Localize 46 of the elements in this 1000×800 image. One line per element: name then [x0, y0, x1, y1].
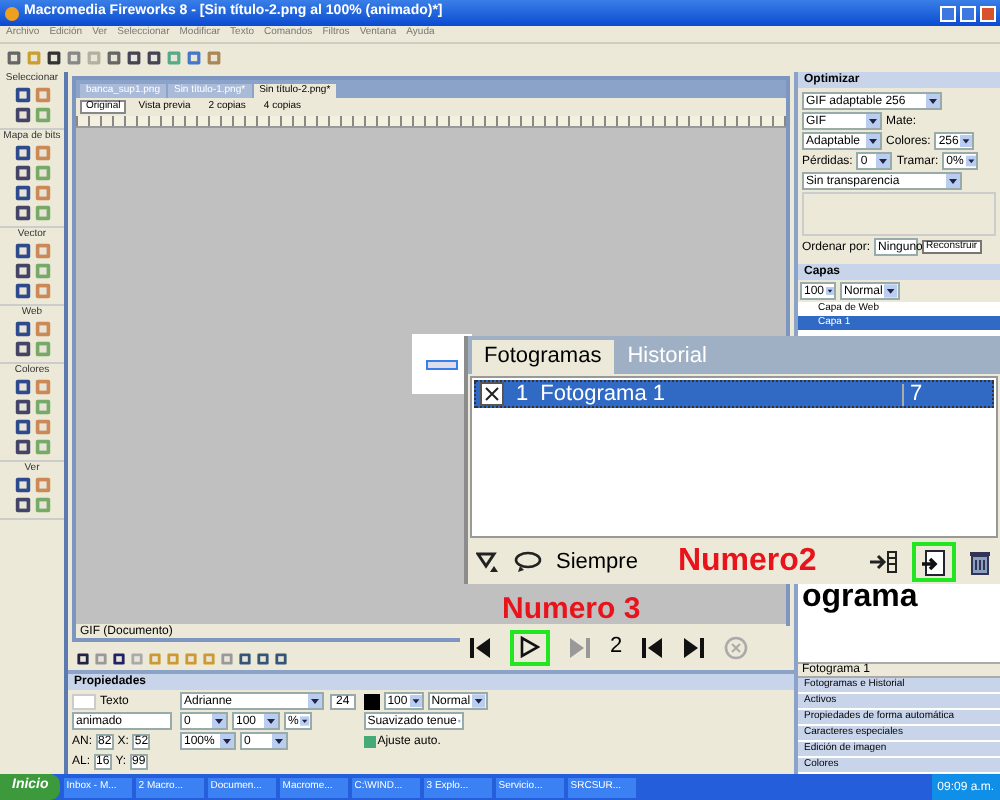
- caret-icon: [960, 134, 973, 148]
- caret-icon: [458, 714, 462, 728]
- caret-icon: [826, 284, 834, 298]
- caret-icon: [220, 734, 234, 748]
- annotation-label: Numero2: [677, 546, 817, 578]
- large-text: ograma: [802, 582, 918, 614]
- selected-text-object[interactable]: [426, 359, 458, 369]
- app-icon: [4, 5, 20, 21]
- frame-delay: 7: [902, 383, 992, 405]
- annotation-label: Numero 3: [502, 594, 641, 624]
- caret-icon: [272, 734, 286, 748]
- new-frame-icon: [922, 549, 946, 575]
- frame-number: 1: [516, 383, 529, 405]
- caret-icon: [866, 134, 880, 148]
- caret-icon: [965, 154, 977, 168]
- text-tool-preview: [72, 693, 96, 709]
- checkbox[interactable]: [363, 735, 376, 747]
- caret-icon: [308, 694, 322, 708]
- caret-icon: [264, 714, 278, 728]
- panel-tab[interactable]: Fotogramas: [472, 340, 614, 374]
- next-frame-icon[interactable]: [682, 635, 707, 659]
- caret-icon: [212, 714, 226, 728]
- frame-checkbox-icon[interactable]: [480, 382, 504, 406]
- frame-name: Fotograma 1: [540, 383, 667, 405]
- caret-icon: [876, 154, 891, 168]
- loop-icon[interactable]: [512, 550, 544, 574]
- caret-icon: [409, 694, 422, 708]
- play-button[interactable]: [510, 629, 550, 665]
- maximize-button[interactable]: [960, 5, 976, 21]
- close-button[interactable]: [980, 5, 996, 21]
- caret-icon: [472, 694, 486, 708]
- caret-icon: [884, 284, 898, 298]
- color-swatch[interactable]: [363, 693, 380, 709]
- caret-icon: [866, 114, 880, 128]
- play-icon: [520, 636, 540, 658]
- previous-frame-icon[interactable]: [640, 635, 665, 659]
- caret-icon: [926, 94, 940, 108]
- frame-row[interactable]: 1 Fotograma 1 7: [474, 380, 994, 408]
- caret-icon: [946, 174, 960, 188]
- add-frame-button[interactable]: [912, 542, 956, 582]
- caret-icon: [300, 714, 310, 728]
- trash-icon[interactable]: [968, 549, 992, 575]
- first-frame-icon[interactable]: [468, 635, 492, 659]
- minimize-button[interactable]: [940, 5, 956, 21]
- frame-counter: 2: [610, 636, 623, 658]
- loop-setting[interactable]: Siempre: [556, 551, 638, 573]
